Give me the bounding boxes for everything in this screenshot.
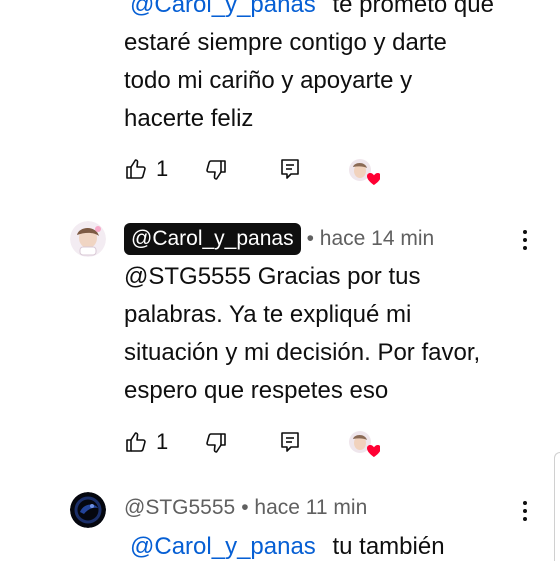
comment-1-line-3: todo mi cariño y apoyarte y [124,67,413,94]
creator-heart-avatar-icon[interactable] [348,430,381,458]
comment-2-like-button[interactable]: 1 [124,429,168,455]
comment-1-like-button[interactable]: 1 [124,156,168,182]
comment-3-avatar[interactable] [70,492,106,528]
comment-3-header: @STG5555 • hace 11 min [124,496,367,520]
thumbs-down-icon [204,431,228,455]
comment-2-time: • hace 14 min [306,227,435,250]
comment-2-line-1: @STG5555 Gracias por tus [124,263,421,290]
comment-1-mention[interactable]: @Carol_y_panas [130,0,316,18]
comment-2-line-2: palabras. Ya te expliqué mi [124,301,412,328]
comment-3-time: • hace 11 min [241,496,368,519]
comment-1-line-1: @Carol_y_panas te prometo que [124,0,494,24]
comment-2-like-count: 1 [156,429,169,454]
comment-1-like-count: 1 [156,156,169,181]
comment-1-dislike-button[interactable] [204,158,228,182]
reply-comment-icon [278,430,302,454]
comment-3-more-button[interactable] [515,501,535,521]
side-panel-edge [554,452,560,561]
comment-2-more-button[interactable] [515,230,535,250]
reply-comment-icon [278,157,302,181]
comment-1-line-4: hacerte feliz [124,105,254,132]
comment-1-line-2: estaré siempre contigo y darte [124,29,447,56]
more-vertical-icon [523,230,527,234]
comment-2-line-4: espero que respetes eso [124,377,389,404]
comment-3-author[interactable]: @STG5555 [124,496,235,520]
more-vertical-icon [523,501,527,505]
comment-3-text-start: tu también [332,533,445,560]
thumbs-up-icon [124,430,148,454]
creator-heart-avatar-icon[interactable] [348,158,381,186]
comment-2-avatar[interactable] [70,221,106,257]
comment-1-text-start: te prometo que [332,0,494,18]
comment-2-reply-button[interactable] [278,430,302,454]
comment-1-reply-button[interactable] [278,157,302,181]
thumbs-up-icon [124,157,148,181]
comment-2-header: @Carol_y_panas • hace 14 min [124,223,434,255]
comment-2-line-3: situación y mi decisión. Por favor, [124,339,481,366]
comment-2-dislike-button[interactable] [204,431,228,455]
comment-3-line-1: @Carol_y_panas tu también [124,528,445,566]
comment-2-author-badge[interactable]: @Carol_y_panas [124,223,301,255]
comment-3-mention[interactable]: @Carol_y_panas [130,533,316,560]
thumbs-down-icon [204,158,228,182]
